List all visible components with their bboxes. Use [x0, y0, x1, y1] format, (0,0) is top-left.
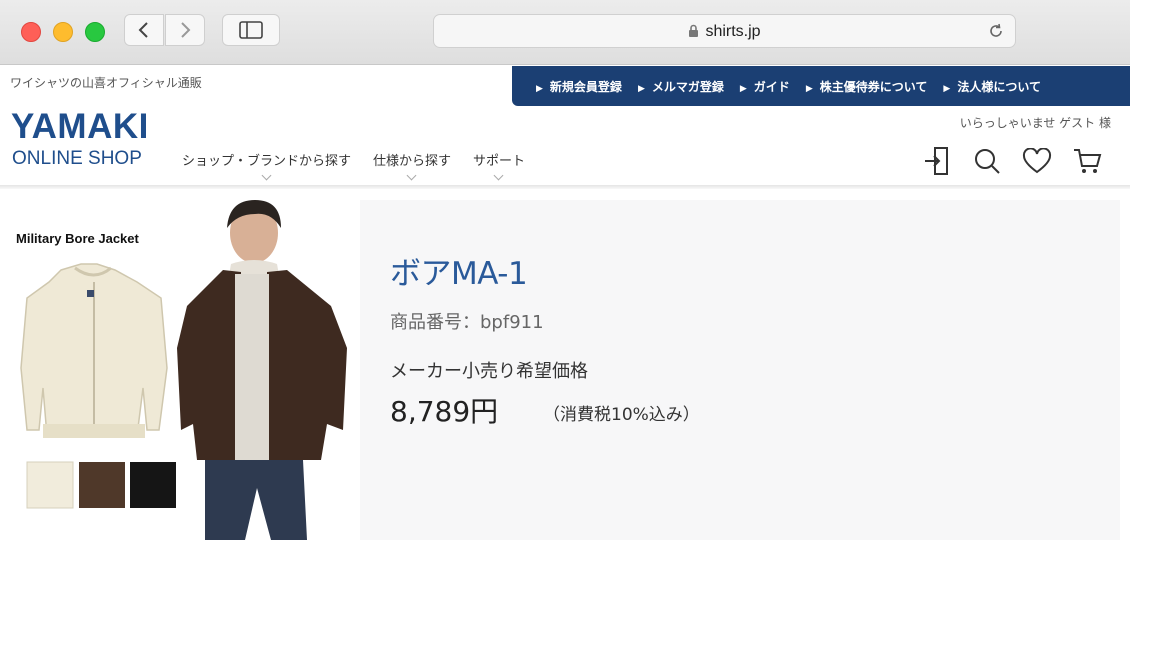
- util-link-newsletter[interactable]: ▶ メルマガ登録: [638, 78, 724, 95]
- heart-icon: [1022, 148, 1052, 174]
- chevron-down-icon: [406, 170, 417, 181]
- guest-greeting: いらっしゃいませ ゲスト 様: [959, 116, 1111, 130]
- utility-nav: ▶ 新規会員登録 ▶ メルマガ登録 ▶ ガイド ▶ 株主優待券について ▶ 法人様について: [512, 66, 1130, 106]
- reload-icon[interactable]: [987, 22, 1005, 40]
- triangle-right-icon: ▶: [739, 83, 747, 94]
- chevron-left-icon: [138, 22, 148, 38]
- main-nav: ショップ・ブランドから探す 仕様から探す サポート: [182, 150, 547, 181]
- product-image[interactable]: Military Bore Jacket: [9, 198, 351, 540]
- triangle-right-icon: ▶: [536, 83, 543, 94]
- nav-support[interactable]: サポート: [473, 150, 525, 181]
- search-icon: [975, 149, 1000, 174]
- header-actions: [920, 144, 1120, 178]
- nav-spec[interactable]: 仕様から探す: [373, 150, 451, 181]
- zoom-window-button[interactable]: [85, 22, 105, 42]
- util-link-register[interactable]: ▶ 新規会員登録: [536, 78, 622, 95]
- price-value: 8,789円: [390, 395, 499, 428]
- chevron-down-icon: [261, 170, 271, 181]
- nav-shop-brand[interactable]: ショップ・ブランドから探す: [182, 150, 351, 181]
- swatch-cream: [26, 461, 74, 509]
- logo-yamaki[interactable]: YAMAKI: [11, 108, 149, 146]
- tax-note: （消費税10%込み）: [543, 405, 700, 425]
- util-link-guide[interactable]: ▶ ガイド: [740, 78, 790, 95]
- lock-icon: [689, 24, 699, 37]
- url-display: shirts.jp: [434, 23, 1015, 41]
- util-link-shareholder[interactable]: ▶ 株主優待券について: [806, 78, 928, 95]
- site-tagline: ワイシャツの山喜オフィシャル通販: [10, 76, 202, 90]
- swatch-brown: [79, 462, 125, 508]
- back-button[interactable]: [124, 14, 164, 46]
- login-icon: [925, 147, 948, 175]
- logo-online-shop[interactable]: ONLINE SHOP: [12, 148, 142, 170]
- sidebar-icon: [239, 21, 263, 39]
- search-button[interactable]: [970, 144, 1004, 178]
- chevron-down-icon: [493, 170, 504, 181]
- close-window-button[interactable]: [21, 22, 41, 42]
- swatch-black: [130, 462, 176, 508]
- chevron-right-icon: [181, 22, 191, 38]
- product-title: ボアMA-1: [390, 256, 528, 292]
- address-bar[interactable]: shirts.jp: [433, 14, 1016, 48]
- product-photo-illustration: [20, 200, 347, 540]
- cart-button[interactable]: [1070, 144, 1104, 178]
- product-info-panel: ボアMA-1 商品番号：bpf911 メーカー小売り希望価格 8,789円 （消…: [360, 200, 1120, 540]
- minimize-window-button[interactable]: [53, 22, 73, 42]
- forward-button[interactable]: [165, 14, 205, 46]
- triangle-right-icon: ▶: [943, 83, 951, 94]
- triangle-right-icon: ▶: [637, 83, 645, 94]
- favorites-button[interactable]: [1020, 144, 1054, 178]
- login-button[interactable]: [920, 144, 954, 178]
- sidebar-toggle-button[interactable]: [222, 14, 280, 46]
- util-link-corporate[interactable]: ▶ 法人様について: [943, 78, 1041, 95]
- model-illustration: [177, 200, 347, 540]
- header-divider: [0, 185, 1130, 189]
- cart-icon: [1074, 149, 1102, 173]
- price-label: メーカー小売り希望価格: [390, 361, 588, 382]
- cream-jacket-illustration: [20, 263, 168, 438]
- browser-toolbar: shirts.jp: [0, 0, 1130, 65]
- triangle-right-icon: ▶: [805, 83, 813, 94]
- url-text: shirts.jp: [705, 23, 761, 40]
- product-code: 商品番号：bpf911: [390, 312, 544, 333]
